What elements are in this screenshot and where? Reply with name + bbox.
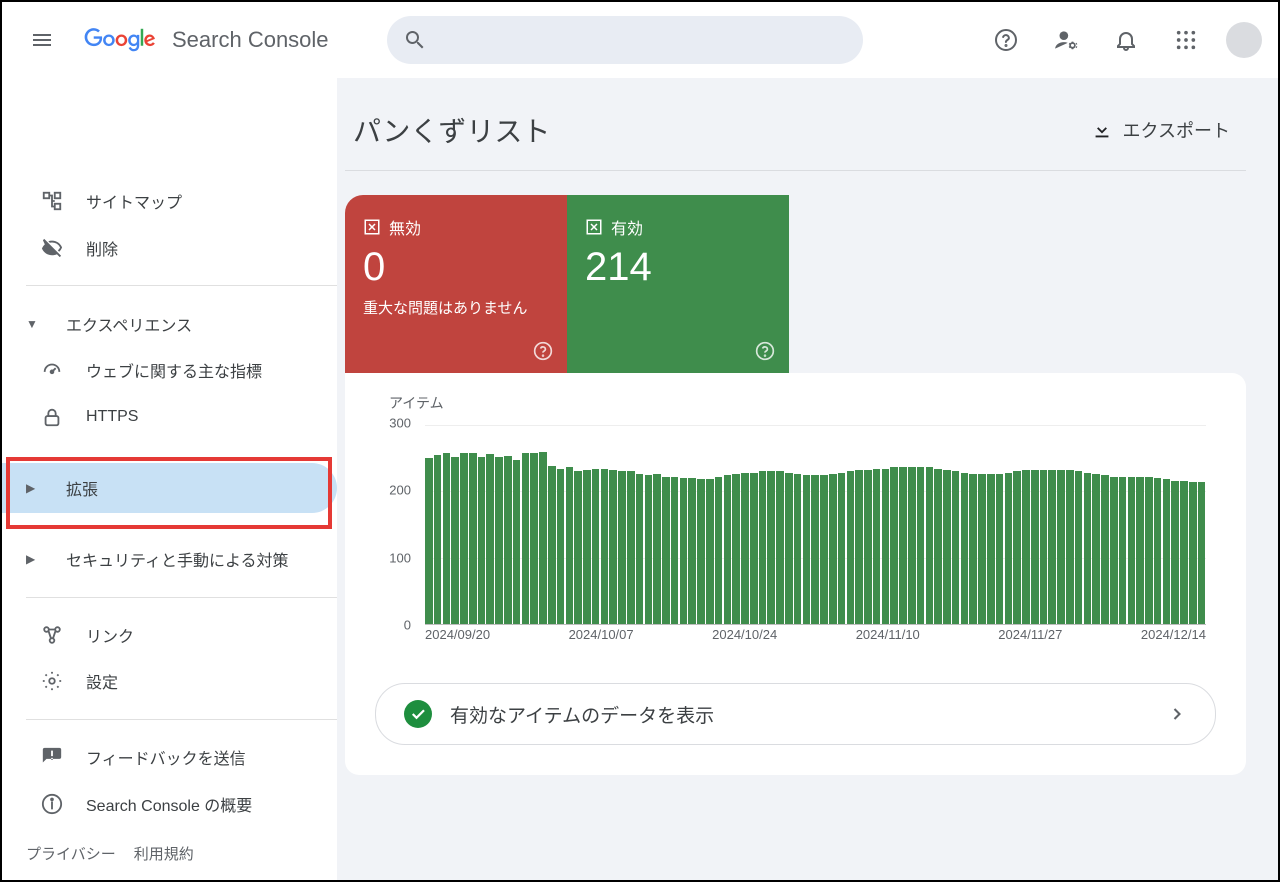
sidebar-item-label: 削除: [86, 236, 118, 260]
notifications-button[interactable]: [1106, 20, 1146, 60]
chevron-right-icon: ▶: [26, 552, 38, 566]
sidebar-item-label: ウェブに関する主な指標: [86, 358, 262, 382]
sidebar-item-label: 設定: [86, 669, 118, 693]
check-box-icon: [585, 218, 603, 236]
privacy-link[interactable]: プライバシー: [26, 843, 116, 864]
y-tick: 300: [389, 416, 411, 431]
y-tick: 200: [389, 483, 411, 498]
card-help-button[interactable]: [755, 341, 775, 361]
apps-button[interactable]: [1166, 20, 1206, 60]
search-icon: [403, 28, 427, 52]
chevron-right-icon: ▶: [26, 481, 38, 495]
gear-icon: [40, 669, 64, 693]
status-and-chart: 無効 0 重大な問題はありません 有効 214: [345, 195, 1246, 775]
export-label: エクスポート: [1123, 117, 1230, 143]
x-tick: 2024/10/24: [712, 627, 777, 647]
chart-plot: [425, 425, 1206, 625]
feedback-icon: [40, 745, 64, 769]
invalid-label: 無効: [389, 215, 421, 239]
y-axis: 300 200 100 0: [375, 423, 419, 625]
status-card-valid[interactable]: 有効 214: [567, 195, 789, 373]
search-input[interactable]: [387, 16, 863, 64]
sidebar-section-security[interactable]: ▶ セキュリティと手動による対策: [2, 536, 337, 583]
account-avatar[interactable]: [1226, 22, 1262, 58]
help-icon: [755, 341, 775, 361]
chart-bars: [425, 425, 1206, 624]
x-tick: 2024/09/20: [425, 627, 490, 647]
section-label: セキュリティと手動による対策: [66, 547, 289, 571]
export-button[interactable]: エクスポート: [1091, 117, 1230, 143]
header-actions: [986, 20, 1262, 60]
x-tick: 2024/11/10: [856, 627, 920, 647]
links-icon: [40, 623, 64, 647]
help-button[interactable]: [986, 20, 1026, 60]
check-circle-icon: [404, 700, 432, 728]
status-card-invalid[interactable]: 無効 0 重大な問題はありません: [345, 195, 567, 373]
logo-text: Search Console: [172, 27, 329, 53]
info-icon: [40, 792, 64, 816]
x-tick: 2024/10/07: [569, 627, 634, 647]
sidebar-section-experience[interactable]: ▼ エクスペリエンス: [2, 300, 337, 347]
section-label: エクスペリエンス: [66, 312, 192, 336]
sidebar-section-enhancements[interactable]: ▶ 拡張: [2, 463, 337, 513]
apps-grid-icon: [1175, 29, 1197, 51]
invalid-subtext: 重大な問題はありません: [363, 298, 549, 319]
google-logo-icon: [74, 28, 166, 52]
section-label: 拡張: [66, 476, 98, 500]
chart-card: アイテム 300 200 100 0: [345, 373, 1246, 775]
app-logo[interactable]: Search Console: [74, 27, 329, 53]
chevron-right-icon: [1167, 704, 1187, 724]
status-cards: 無効 0 重大な問題はありません 有効 214: [345, 195, 1246, 373]
sidebar-footer: プライバシー 利用規約: [2, 827, 337, 880]
sidebar-item-feedback[interactable]: フィードバックを送信: [2, 734, 337, 781]
sidebar-item-label: リンク: [86, 623, 134, 647]
sidebar: サイトマップ 削除 ▼ エクスペリエンス ウェブに関する主な指標 HTTPS: [2, 78, 337, 880]
y-tick: 0: [404, 618, 411, 633]
x-tick: 2024/11/27: [998, 627, 1062, 647]
download-icon: [1091, 119, 1113, 141]
app-header: Search Console: [2, 2, 1278, 78]
invalid-count: 0: [363, 245, 549, 290]
sidebar-item-label: HTTPS: [86, 408, 138, 426]
page-title: パンくずリスト: [353, 110, 550, 150]
view-button-label: 有効なアイテムのデータを表示: [450, 701, 1149, 728]
sitemap-icon: [40, 189, 64, 213]
sidebar-item-about[interactable]: Search Console の概要: [2, 780, 337, 827]
lock-icon: [40, 405, 64, 429]
y-tick: 100: [389, 550, 411, 565]
sidebar-item-label: Search Console の概要: [86, 792, 252, 816]
help-icon: [994, 28, 1018, 52]
view-valid-data-button[interactable]: 有効なアイテムのデータを表示: [375, 683, 1216, 745]
x-tick: 2024/12/14: [1141, 627, 1206, 647]
valid-count: 214: [585, 245, 771, 290]
gauge-icon: [40, 358, 64, 382]
manage-users-button[interactable]: [1046, 20, 1086, 60]
help-icon: [533, 341, 553, 361]
sidebar-item-settings[interactable]: 設定: [2, 658, 337, 705]
sidebar-item-removals[interactable]: 削除: [2, 225, 337, 272]
user-settings-icon: [1053, 27, 1079, 53]
x-axis: 2024/09/20 2024/10/07 2024/10/24 2024/11…: [425, 627, 1206, 647]
sidebar-item-sitemaps[interactable]: サイトマップ: [2, 178, 337, 225]
sidebar-item-https[interactable]: HTTPS: [2, 393, 337, 440]
sidebar-item-label: サイトマップ: [86, 189, 182, 213]
sidebar-item-label: フィードバックを送信: [86, 745, 246, 769]
sidebar-item-core-web-vitals[interactable]: ウェブに関する主な指標: [2, 347, 337, 394]
main-content: パンくずリスト エクスポート 無効 0 重大な問題はありません: [337, 78, 1278, 880]
error-box-icon: [363, 218, 381, 236]
hamburger-icon: [30, 28, 54, 52]
chevron-down-icon: ▼: [26, 317, 38, 331]
menu-button[interactable]: [18, 16, 66, 64]
visibility-off-icon: [40, 236, 64, 260]
terms-link[interactable]: 利用規約: [134, 843, 194, 864]
valid-label: 有効: [611, 215, 643, 239]
chart-title: アイテム: [375, 393, 1216, 413]
chart-area: 300 200 100 0 2024/09/20: [375, 417, 1216, 647]
card-help-button[interactable]: [533, 341, 553, 361]
page-header: パンくずリスト エクスポート: [345, 102, 1246, 170]
bell-icon: [1114, 28, 1138, 52]
sidebar-item-links[interactable]: リンク: [2, 612, 337, 659]
